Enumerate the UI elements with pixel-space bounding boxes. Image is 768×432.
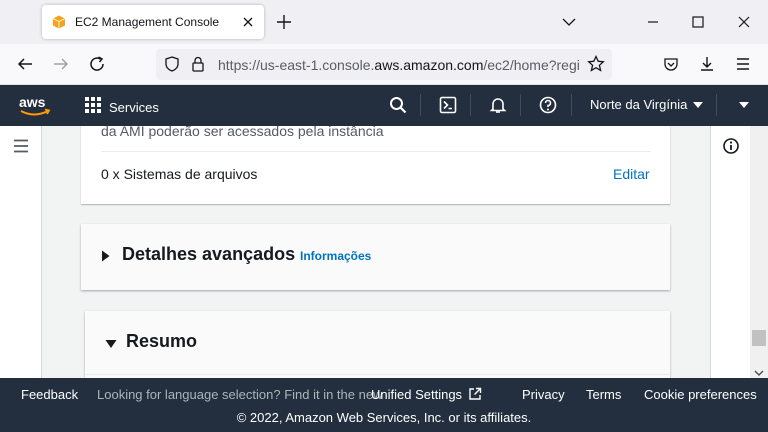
cloudshell-icon[interactable] <box>438 95 458 115</box>
summary-section[interactable]: Resumo <box>85 311 670 378</box>
bookmark-star-icon[interactable] <box>586 54 606 74</box>
info-link[interactable]: Informações <box>300 249 371 263</box>
services-label: Services <box>109 100 159 115</box>
caret-down-icon <box>693 97 704 112</box>
pocket-icon[interactable] <box>660 53 682 75</box>
header-divider <box>716 94 717 116</box>
advanced-details-title[interactable]: Detalhes avançados <box>122 244 295 265</box>
caret-right-icon[interactable] <box>101 249 110 267</box>
filesystems-count: 0 x Sistemas de arquivos <box>101 166 258 182</box>
services-menu[interactable]: Services <box>84 96 159 119</box>
svg-text:aws: aws <box>19 94 46 110</box>
back-arrow-icon[interactable] <box>14 53 36 75</box>
tab-list-chevron-icon[interactable] <box>559 12 579 32</box>
reload-icon[interactable] <box>86 53 108 75</box>
hamburger-menu-icon[interactable] <box>12 138 30 154</box>
notifications-bell-icon[interactable] <box>488 95 508 115</box>
app-menu-icon[interactable] <box>732 53 754 75</box>
card-divider <box>85 374 670 375</box>
terms-link[interactable]: Terms <box>586 387 621 402</box>
tab-title: EC2 Management Console <box>75 15 220 29</box>
info-circle-icon[interactable] <box>722 137 740 155</box>
region-label: Norte da Virgínia <box>590 97 688 112</box>
region-selector[interactable]: Norte da Virgínia <box>590 97 704 112</box>
right-tools-rail <box>710 126 750 378</box>
caret-down-icon[interactable] <box>105 336 117 354</box>
unified-settings-link[interactable]: Unified Settings <box>371 387 482 404</box>
downloads-icon[interactable] <box>696 53 718 75</box>
grid-icon <box>84 96 102 119</box>
close-tab-icon[interactable] <box>238 12 258 32</box>
scroll-down-arrow-icon[interactable] <box>754 364 764 377</box>
account-caret-down-icon[interactable] <box>734 95 754 115</box>
edit-link[interactable]: Editar <box>613 166 650 182</box>
summary-title[interactable]: Resumo <box>126 331 197 352</box>
copyright-text: © 2022, Amazon Web Services, Inc. or its… <box>236 410 532 425</box>
console-footer: Feedback Looking for language selection?… <box>0 378 768 432</box>
url-bar[interactable]: https://us-east-1.console.aws.amazon.com… <box>156 49 612 80</box>
external-link-icon <box>468 387 482 404</box>
header-divider <box>420 94 421 116</box>
close-window-icon[interactable] <box>734 12 754 32</box>
minimize-icon[interactable] <box>643 12 663 32</box>
shield-icon[interactable] <box>162 54 182 74</box>
main-content: da AMI poderão ser acessados pela instân… <box>0 126 768 378</box>
unified-settings-label[interactable]: Unified Settings <box>371 387 462 402</box>
search-icon[interactable] <box>388 95 408 115</box>
header-divider <box>571 94 572 116</box>
new-tab-icon[interactable] <box>274 12 294 32</box>
feedback-link[interactable]: Feedback <box>21 387 78 402</box>
privacy-link[interactable]: Privacy <box>522 387 565 402</box>
cookie-preferences-link[interactable]: Cookie preferences <box>644 387 757 402</box>
storage-note-text: da AMI poderão ser acessados pela instân… <box>101 126 384 139</box>
advanced-details-section[interactable]: Detalhes avançados Informações <box>81 224 670 290</box>
browser-tab-strip: EC2 Management Console <box>0 0 768 44</box>
url-text[interactable]: https://us-east-1.console.aws.amazon.com… <box>218 57 580 73</box>
header-divider <box>470 94 471 116</box>
storage-summary-card: da AMI poderão ser acessados pela instân… <box>81 126 670 204</box>
vertical-scrollbar[interactable] <box>750 126 768 378</box>
forward-arrow-icon[interactable] <box>50 53 72 75</box>
header-divider <box>520 94 521 116</box>
help-icon[interactable] <box>538 95 558 115</box>
aws-console-header: aws Services Norte da Virgínia <box>0 85 768 126</box>
lock-icon[interactable] <box>188 54 208 74</box>
browser-nav-bar: https://us-east-1.console.aws.amazon.com… <box>0 44 768 85</box>
browser-tab-ec2[interactable]: EC2 Management Console <box>42 5 264 39</box>
maximize-icon[interactable] <box>688 12 708 32</box>
left-navigation-rail <box>0 126 42 378</box>
card-divider <box>101 151 651 152</box>
scrollbar-thumb[interactable] <box>752 330 766 346</box>
aws-logo[interactable]: aws <box>18 93 52 119</box>
language-selection-text: Looking for language selection? Find it … <box>97 387 383 402</box>
aws-favicon-icon <box>52 15 66 29</box>
